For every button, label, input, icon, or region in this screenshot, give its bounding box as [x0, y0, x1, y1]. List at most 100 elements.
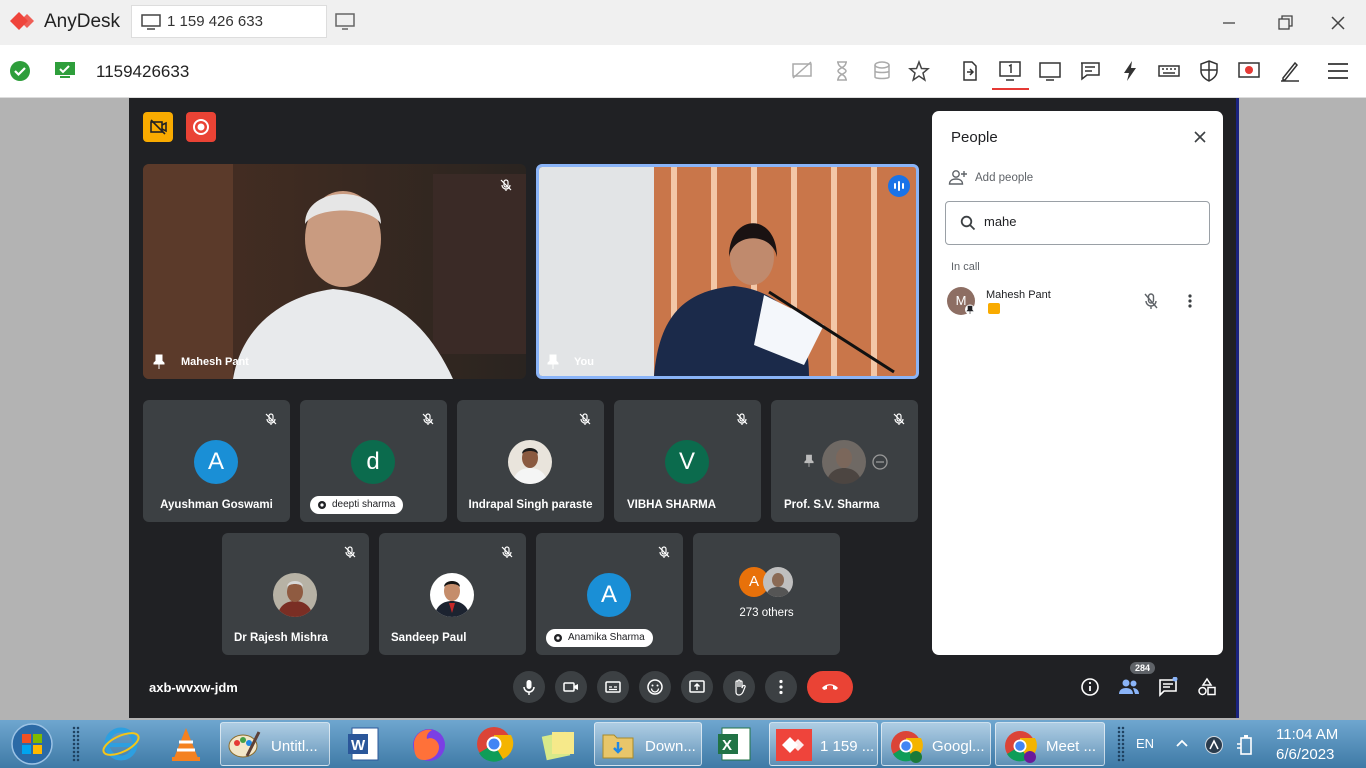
participant-tile-indrapal-singh-paraste[interactable]: Indrapal Singh paraste: [457, 400, 604, 522]
privacy-mode-icon[interactable]: [790, 59, 814, 83]
reactions-button[interactable]: [639, 671, 671, 703]
avatar-photo: [273, 573, 317, 617]
participant-name: Indrapal Singh paraste: [468, 499, 593, 511]
featured-video-mahesh-pant[interactable]: Mahesh Pant: [143, 164, 526, 379]
taskbar-app-label: Untitl...: [271, 738, 318, 755]
permissions-shield-icon[interactable]: [1197, 59, 1221, 83]
taskbar-app-label: 1 159 ...: [820, 738, 875, 755]
participant-tile-vibha-sharma[interactable]: V VIBHA SHARMA: [614, 400, 761, 522]
mic-off-icon: [658, 546, 670, 558]
actions-lightning-icon[interactable]: [1118, 59, 1142, 83]
windows-taskbar: Untitl... W Down... X 1 159 ... Googl...…: [0, 720, 1366, 768]
add-people-button[interactable]: Add people: [948, 169, 1033, 189]
activities-icon[interactable]: [1197, 677, 1217, 697]
chrome-icon[interactable]: [473, 724, 515, 764]
excel-icon[interactable]: X: [714, 724, 756, 764]
meeting-info-icon[interactable]: [1080, 677, 1100, 697]
captions-button[interactable]: [597, 671, 629, 703]
folder-icon: [602, 734, 634, 759]
camera-button[interactable]: [555, 671, 587, 703]
end-call-button[interactable]: [807, 671, 853, 703]
participant-tile-ayushman-goswami[interactable]: A Ayushman Goswami: [143, 400, 290, 522]
hand-icon: [318, 501, 326, 509]
people-icon[interactable]: [1118, 677, 1140, 697]
featured-video-you[interactable]: You: [536, 164, 919, 379]
taskbar-app-label: Meet ...: [1046, 738, 1097, 755]
anydesk-app-name: AnyDesk: [44, 11, 121, 32]
taskbar-app-anydesk[interactable]: 1 159 ...: [769, 722, 878, 766]
captions-icon: [605, 681, 621, 693]
participant-tile-anamika-sharma[interactable]: A Anamika Sharma: [536, 533, 683, 655]
chat-bubble-icon[interactable]: [1158, 677, 1178, 697]
taskbar-app-downloads[interactable]: Down...: [594, 722, 702, 766]
more-vert-icon[interactable]: [1184, 292, 1196, 310]
avatar-photo: [822, 440, 866, 484]
participant-tile-deepti-sharma[interactable]: d deepti sharma: [300, 400, 447, 522]
taskbar-app-google-chrome[interactable]: Googl...: [881, 722, 991, 766]
host-badge-icon: [988, 303, 1000, 314]
phone-hangup-icon: [822, 684, 838, 690]
chat-icon[interactable]: [1078, 59, 1102, 83]
people-search-input[interactable]: [984, 214, 1184, 229]
participant-tile-dr-rajesh-mishra[interactable]: Dr Rajesh Mishra: [222, 533, 369, 655]
database-icon[interactable]: [870, 59, 894, 83]
mic-off-icon[interactable]: [1143, 292, 1159, 310]
close-icon[interactable]: [1192, 129, 1208, 145]
star-icon[interactable]: [907, 59, 931, 83]
minus-circle-icon[interactable]: [872, 454, 888, 470]
participant-name: 273 others: [739, 607, 794, 619]
pen-whiteboard-icon[interactable]: [1278, 59, 1302, 83]
close-window-icon[interactable]: [1327, 12, 1349, 34]
svg-text:X: X: [722, 737, 732, 754]
participant-tile-others[interactable]: A 273 others: [693, 533, 840, 655]
more-vert-icon: [779, 679, 783, 695]
restore-icon[interactable]: [1274, 12, 1296, 34]
monitor-1-icon[interactable]: [998, 59, 1022, 83]
participant-name-pill: Anamika Sharma: [546, 629, 653, 647]
new-session-icon[interactable]: [335, 12, 357, 32]
language-indicator[interactable]: EN: [1136, 736, 1154, 751]
participant-tile-sandeep-paul[interactable]: Sandeep Paul: [379, 533, 526, 655]
participant-tile-prof-sv-sharma[interactable]: Prof. S.V. Sharma: [771, 400, 918, 522]
taskbar-app-label: Googl...: [932, 738, 985, 755]
tray-expand-icon[interactable]: [1176, 738, 1188, 748]
record-session-icon[interactable]: [1237, 59, 1261, 83]
recording-badge-icon: [186, 112, 216, 142]
hourglass-icon[interactable]: [830, 59, 854, 83]
keyboard-icon[interactable]: [1157, 59, 1181, 83]
participant-name: Ayushman Goswami: [160, 499, 273, 511]
internet-explorer-icon[interactable]: [100, 724, 142, 764]
network-status-icon[interactable]: [1204, 735, 1224, 755]
clock-date[interactable]: 6/6/2023: [1276, 746, 1334, 763]
raise-hand-button[interactable]: [723, 671, 755, 703]
people-panel: People Add people In call M Mahesh Pant: [932, 111, 1223, 655]
session-tab[interactable]: 1 159 426 633: [131, 5, 327, 38]
pin-icon[interactable]: [804, 454, 814, 468]
display-icon[interactable]: [1038, 59, 1062, 83]
pin-icon[interactable]: [153, 354, 165, 370]
participant-name: Dr Rajesh Mishra: [234, 632, 328, 644]
vlc-icon[interactable]: [166, 724, 206, 764]
present-screen-button[interactable]: [681, 671, 713, 703]
mic-off-icon: [265, 413, 277, 425]
pin-icon[interactable]: [547, 354, 559, 370]
mic-off-icon: [500, 179, 512, 191]
monitor-icon: [141, 14, 161, 30]
connection-ok-icon: [10, 61, 30, 81]
start-orb-icon[interactable]: [8, 722, 56, 766]
add-people-label: Add people: [975, 172, 1034, 184]
taskbar-app-meet[interactable]: Meet ...: [995, 722, 1105, 766]
people-search-box[interactable]: [945, 201, 1210, 245]
sticky-notes-icon[interactable]: [538, 724, 580, 764]
file-transfer-icon[interactable]: [958, 59, 982, 83]
taskbar-app-paint[interactable]: Untitl...: [220, 722, 330, 766]
firefox-icon[interactable]: [408, 724, 450, 764]
word-icon[interactable]: W: [344, 724, 384, 764]
menu-hamburger-icon[interactable]: [1326, 59, 1350, 83]
battery-plug-icon[interactable]: [1235, 734, 1255, 756]
minimize-icon[interactable]: [1218, 12, 1240, 34]
microphone-button[interactable]: [513, 671, 545, 703]
remote-address: 1159426633: [96, 62, 190, 81]
more-options-button[interactable]: [765, 671, 797, 703]
clock-time[interactable]: 11:04 AM: [1276, 726, 1338, 743]
